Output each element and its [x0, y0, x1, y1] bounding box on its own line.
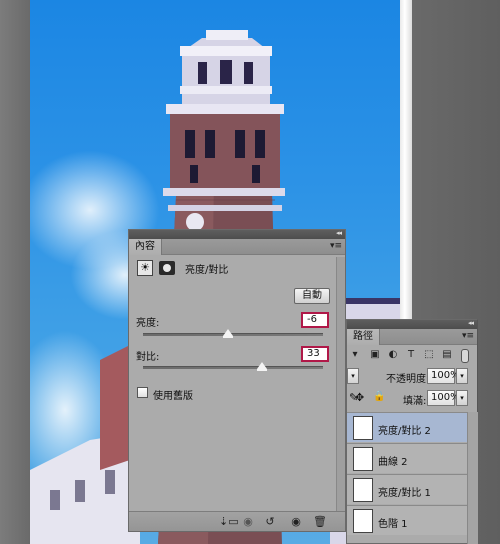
smart-object-filter-icon[interactable]: ▤ — [441, 349, 453, 361]
properties-panel: ◂◂ 內容 ▾≡ ☀ 亮度/對比 自動 亮度: -6 對比: 33 使用舊版 ⇣… — [128, 229, 346, 532]
opacity-input[interactable]: 100% — [427, 368, 460, 384]
properties-footer: ⇣▭ ◉ ↺ ◉ 🗑 — [129, 511, 345, 531]
layer-mask-thumbnail[interactable] — [353, 478, 373, 502]
blend-mode-dropdown[interactable]: ▾ — [347, 368, 359, 384]
brightness-label: 亮度: — [136, 318, 160, 329]
layer-name: 亮度/對比 2 — [378, 426, 431, 437]
panel-menu-icon[interactable]: ▾≡ — [462, 331, 474, 342]
collapse-panel-icon[interactable]: ◂◂ — [336, 229, 342, 238]
blend-opacity-row: ▾ 不透明度: 100% ▾ — [347, 368, 479, 386]
brightness-contrast-icon[interactable]: ☀ — [137, 260, 153, 276]
filter-toggle-icon[interactable] — [461, 349, 469, 363]
panel-menu-icon[interactable]: ▾≡ — [330, 241, 342, 252]
reset-icon[interactable]: ↺ — [263, 515, 277, 528]
use-legacy-label: 使用舊版 — [153, 391, 193, 402]
contrast-label: 對比: — [136, 352, 160, 363]
adjustment-header: ☀ 亮度/對比 — [137, 260, 228, 276]
layers-scrollbar[interactable] — [467, 412, 478, 544]
shape-filter-icon[interactable]: ⬚ — [423, 349, 435, 361]
contrast-slider-thumb[interactable] — [256, 362, 267, 371]
tab-properties[interactable]: 內容 — [129, 239, 162, 255]
layer-row[interactable]: 亮度/對比 2 — [347, 412, 467, 442]
panel-tabbar: 路徑 ▾≡ — [347, 329, 477, 345]
contrast-slider[interactable] — [143, 362, 323, 371]
auto-button[interactable]: 自動 — [294, 288, 330, 304]
image-filter-icon[interactable]: ▣ — [369, 349, 381, 361]
layer-name: 亮度/對比 1 — [378, 488, 431, 499]
layer-mask-thumbnail[interactable] — [353, 416, 373, 440]
layer-filter-toolbar: ▾ ▣ ◐ T ⬚ ▤ — [347, 347, 479, 364]
use-legacy-checkbox[interactable] — [137, 387, 148, 398]
layer-mask-thumbnail[interactable] — [353, 509, 373, 533]
panel-titlebar[interactable]: ◂◂ — [129, 229, 345, 239]
opacity-label: 不透明度: — [386, 374, 430, 385]
layers-panel: ◂◂ 路徑 ▾≡ ▾ ▣ ◐ T ⬚ ▤ ▾ 不透明度: 100% ▾ ✎ ✥ … — [346, 319, 478, 544]
lock-fill-row: ✎ ✥ 🔒 填滿: 100% ▾ — [347, 390, 479, 408]
adjustment-filter-icon[interactable]: ◐ — [387, 349, 399, 361]
properties-scrollbar[interactable] — [336, 257, 345, 512]
layer-name: 曲線 2 — [378, 457, 408, 468]
panel-tabbar: 內容 ▾≡ — [129, 239, 345, 255]
brightness-slider[interactable] — [143, 329, 323, 338]
fill-input[interactable]: 100% — [427, 390, 460, 406]
fill-label: 填滿: — [403, 396, 427, 407]
visibility-icon[interactable]: ◉ — [289, 515, 303, 528]
dropdown-arrow-icon[interactable]: ▾ — [349, 349, 361, 361]
layer-mask-thumbnail[interactable] — [353, 447, 373, 471]
collapse-panel-icon[interactable]: ◂◂ — [468, 319, 474, 328]
layer-row[interactable]: 亮度/對比 1 — [347, 474, 467, 504]
tab-paths[interactable]: 路徑 — [347, 329, 380, 345]
layer-name: 色階 1 — [378, 519, 408, 530]
clip-to-layer-icon[interactable]: ⇣▭ — [219, 515, 239, 528]
layer-row[interactable]: 色階 1 — [347, 505, 467, 535]
lock-all-icon[interactable]: 🔒 — [373, 391, 385, 402]
opacity-dropdown-arrow[interactable]: ▾ — [456, 368, 468, 384]
trash-icon[interactable]: 🗑 — [313, 515, 327, 528]
panel-titlebar[interactable]: ◂◂ — [347, 319, 477, 329]
contrast-input[interactable]: 33 — [301, 346, 329, 362]
adjustment-title: 亮度/對比 — [185, 264, 229, 276]
eye-preview-icon[interactable]: ◉ — [241, 515, 255, 528]
layer-row[interactable]: 曲線 2 — [347, 443, 467, 473]
brightness-slider-thumb[interactable] — [222, 329, 233, 338]
brightness-input[interactable]: -6 — [301, 312, 329, 328]
layer-mask-icon[interactable] — [159, 261, 175, 275]
fill-dropdown-arrow[interactable]: ▾ — [456, 390, 468, 406]
move-lock-icon[interactable]: ✥ — [355, 391, 364, 404]
type-filter-icon[interactable]: T — [405, 349, 417, 361]
